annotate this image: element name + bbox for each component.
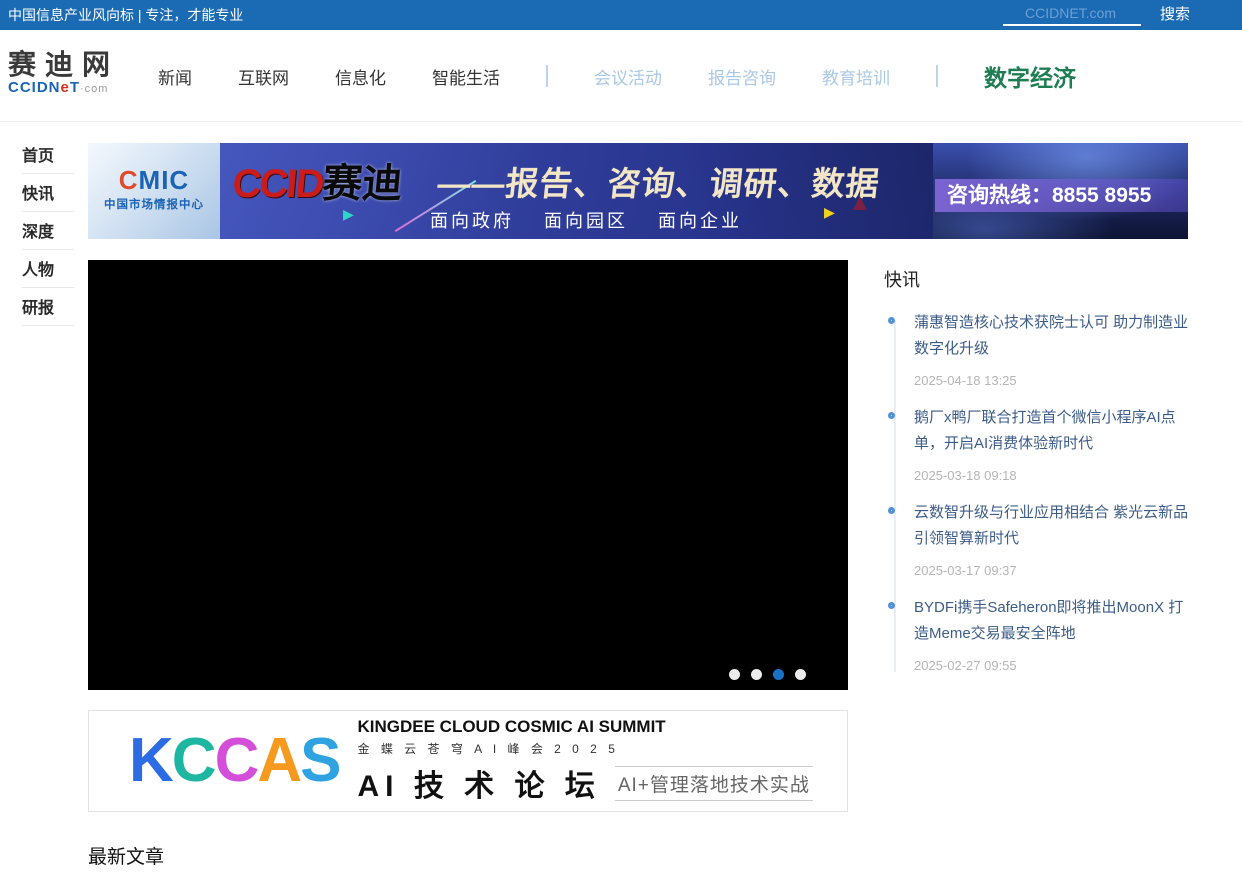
carousel-dot-active[interactable] [773, 669, 784, 680]
banner-audiences: 面向政府 面向园区 面向企业 [430, 207, 742, 233]
carousel-dot[interactable] [795, 669, 806, 680]
summit-title-cn: AI 技 术 论 坛 [357, 761, 600, 805]
news-item: 云数智升级与行业应用相结合 紫光云新品引领智算新时代 2025-03-17 09… [884, 500, 1190, 578]
news-item-title[interactable]: 云数智升级与行业应用相结合 紫光云新品引领智算新时代 [914, 500, 1190, 552]
kccas-logo: KCCAS [129, 730, 339, 792]
news-item-title[interactable]: 蒲惠智造核心技术获院士认可 助力制造业数字化升级 [914, 310, 1190, 362]
news-item-title[interactable]: BYDFi携手Safeheron即将推出MoonX 打造Meme交易最安全阵地 [914, 595, 1190, 647]
kingdee-summit-banner[interactable]: KCCAS KINGDEE CLOUD COSMIC AI SUMMIT 金 蝶… [88, 710, 848, 812]
latest-articles-title: 最新文章 [88, 842, 164, 869]
ccid-ad-banner[interactable]: CMIC 中国市场情报中心 CCID赛迪 ——报告、咨询、调研、数据 ▶ 面向政… [88, 143, 1188, 239]
news-item-time: 2025-04-18 13:25 [914, 373, 1190, 388]
hotline-banner: 咨询热线：8855 8955 [935, 179, 1188, 212]
play-triangle-icon: ▶ [824, 205, 835, 219]
ccid-brand: CCID赛迪 [230, 151, 405, 209]
news-item: 鹅厂x鸭厂联合打造首个微信小程序AI点单，开启AI消费体验新时代 2025-03… [884, 405, 1190, 483]
nav-item-conferences[interactable]: 会议活动 [594, 64, 662, 89]
nav-item-report-consulting[interactable]: 报告咨询 [708, 64, 776, 89]
nav-divider [936, 65, 938, 87]
cmic-caption: 中国市场情报中心 [88, 196, 220, 212]
page: 中国信息产业风向标 | 专注，才能专业 CCIDNET.com 搜索 赛迪网 C… [0, 0, 1242, 890]
nav-item-internet[interactable]: 互联网 [238, 64, 289, 89]
news-item-time: 2025-03-17 09:37 [914, 563, 1190, 578]
news-item-time: 2025-02-27 09:55 [914, 658, 1190, 673]
search-button[interactable]: 搜索 [1160, 0, 1190, 30]
nav-item-education-training[interactable]: 教育培训 [822, 64, 890, 89]
bullet-icon [888, 507, 895, 514]
sidebar-item-research-report[interactable]: 研报 [22, 288, 74, 326]
news-item: BYDFi携手Safeheron即将推出MoonX 打造Meme交易最安全阵地 … [884, 595, 1190, 673]
up-triangle-icon: ▲ [848, 191, 872, 215]
sidebar-item-depth[interactable]: 深度 [22, 212, 74, 250]
banner-headline: ——报告、咨询、调研、数据 [435, 157, 882, 205]
main-nav: 新闻 互联网 信息化 智能生活 会议活动 报告咨询 教育培训 数字经济 [158, 30, 1076, 122]
site-tagline: 中国信息产业风向标 | 专注，才能专业 [8, 0, 243, 30]
sidebar-item-home[interactable]: 首页 [22, 136, 74, 174]
cmic-logo: CMIC 中国市场情报中心 [88, 143, 220, 239]
search-input[interactable]: CCIDNET.com [1003, 1, 1141, 26]
side-nav: 首页 快讯 深度 人物 研报 [0, 136, 88, 326]
audience-government: 面向政府 [430, 207, 514, 233]
bullet-icon [888, 412, 895, 419]
search-placeholder: CCIDNET.com [1003, 1, 1141, 25]
nav-item-informatization[interactable]: 信息化 [335, 64, 386, 89]
cmic-wordmark: CMIC [88, 167, 220, 193]
audience-parks: 面向园区 [544, 207, 628, 233]
summit-title-en: KINGDEE CLOUD COSMIC AI SUMMIT [357, 717, 812, 737]
logo-cn-text: 赛迪网 [8, 50, 119, 80]
nav-item-news[interactable]: 新闻 [158, 64, 192, 89]
logo-domain-text: CCIDNeT·com [8, 80, 119, 97]
nav-item-smart-life[interactable]: 智能生活 [432, 64, 500, 89]
bullet-icon [888, 317, 895, 324]
play-triangle-icon: ▶ [343, 207, 354, 221]
top-bar: 中国信息产业风向标 | 专注，才能专业 CCIDNET.com 搜索 [0, 0, 1242, 30]
header: 赛迪网 CCIDNeT·com 新闻 互联网 信息化 智能生活 会议活动 报告咨… [0, 30, 1242, 122]
nav-divider [546, 65, 548, 87]
carousel[interactable] [88, 260, 848, 690]
carousel-dots [729, 669, 806, 680]
audience-enterprises: 面向企业 [658, 207, 742, 233]
carousel-dot[interactable] [729, 669, 740, 680]
sidebar-item-flash-news[interactable]: 快讯 [22, 174, 74, 212]
carousel-dot[interactable] [751, 669, 762, 680]
sidebar-item-people[interactable]: 人物 [22, 250, 74, 288]
site-logo[interactable]: 赛迪网 CCIDNeT·com [8, 50, 119, 97]
news-item-title[interactable]: 鹅厂x鸭厂联合打造首个微信小程序AI点单，开启AI消费体验新时代 [914, 405, 1190, 457]
news-item: 蒲惠智造核心技术获院士认可 助力制造业数字化升级 2025-04-18 13:2… [884, 310, 1190, 388]
summit-text-block: KINGDEE CLOUD COSMIC AI SUMMIT 金 蝶 云 苍 穹… [357, 717, 812, 805]
flash-news-list: 蒲惠智造核心技术获院士认可 助力制造业数字化升级 2025-04-18 13:2… [884, 310, 1190, 673]
bullet-icon [888, 602, 895, 609]
news-item-time: 2025-03-18 09:18 [914, 468, 1190, 483]
summit-tagline: AI+管理落地技术实战 [615, 766, 813, 801]
nav-item-digital-economy[interactable]: 数字经济 [984, 59, 1076, 93]
flash-news-title: 快讯 [884, 266, 1190, 292]
summit-subtitle-cn: 金 蝶 云 苍 穹 A I 峰 会 2 0 2 5 [357, 740, 812, 757]
flash-news-panel: 快讯 蒲惠智造核心技术获院士认可 助力制造业数字化升级 2025-04-18 1… [884, 258, 1190, 690]
